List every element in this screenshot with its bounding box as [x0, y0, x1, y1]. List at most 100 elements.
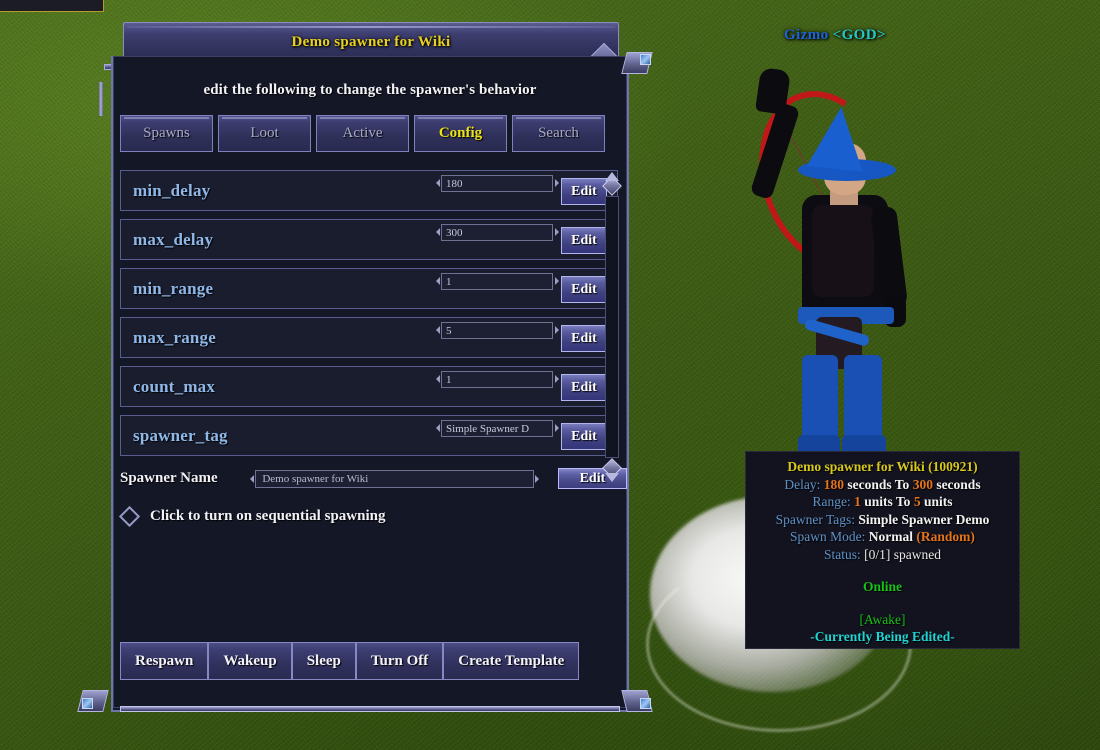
scroll-down-diamond-icon[interactable] — [602, 458, 622, 482]
property-value-field[interactable]: 1 — [441, 273, 553, 290]
tooltip-delay-unit1: seconds To — [847, 476, 910, 492]
character-right-leg — [844, 355, 882, 447]
tooltip-delay-unit2: seconds — [936, 476, 981, 492]
tooltip-range-label: Range: — [812, 494, 851, 509]
tooltip-status-line: Status: [0/1] spawned — [746, 546, 1019, 564]
tooltip-awake-status: [Awake] — [859, 611, 906, 627]
tab-spawns[interactable]: Spawns — [120, 115, 213, 152]
property-row-max-range: max_range 5 Edit — [120, 317, 618, 358]
field-arrow-right-icon — [555, 326, 559, 334]
property-value-field[interactable]: Simple Spawner D — [441, 420, 553, 437]
property-value-field[interactable]: 5 — [441, 322, 553, 339]
property-list: min_delay 180 Edit max_delay 300 Edit mi… — [120, 170, 618, 456]
tab-bar: Spawns Loot Active Config Search — [120, 115, 627, 152]
field-arrow-left-icon — [436, 179, 440, 187]
field-arrow-left-icon — [436, 424, 440, 432]
character-left-hand — [755, 67, 791, 115]
tooltip-tags-value: Simple Spawner Demo — [858, 511, 990, 527]
field-arrow-left-icon — [436, 326, 440, 334]
tab-config[interactable]: Config — [414, 115, 507, 152]
field-arrow-left-icon — [436, 375, 440, 383]
scroll-up-diamond-icon[interactable] — [602, 172, 622, 196]
tooltip-online-status: Online — [862, 579, 902, 594]
tooltip-mode-label: Spawn Mode: — [790, 529, 866, 544]
tooltip-mode-value: Normal — [868, 529, 914, 544]
sleep-button[interactable]: Sleep — [291, 642, 356, 680]
action-button-bar: Respawn Wakeup Sleep Turn Off Create Tem… — [120, 642, 580, 680]
tooltip-tags-label: Spawner Tags: — [775, 511, 856, 527]
tooltip-delay-min: 180 — [823, 476, 845, 492]
sequential-spawning-label: Click to turn on sequential spawning — [150, 508, 386, 524]
create-template-button[interactable]: Create Template — [443, 642, 580, 680]
field-arrow-right-icon — [555, 277, 559, 285]
tooltip-mode-extra: (Random) — [916, 529, 975, 544]
property-label: count_max — [133, 376, 216, 396]
player-name-text: Gizmo — [784, 27, 829, 43]
turn-off-button[interactable]: Turn Off — [355, 642, 444, 680]
tooltip-title-line: Demo spawner for Wiki (100921) — [746, 458, 1019, 476]
corner-square-top-right — [640, 54, 651, 65]
tooltip-range-unit2: units — [923, 494, 953, 509]
tooltip-range-max: 5 — [913, 494, 921, 509]
property-value-field[interactable]: 180 — [441, 175, 553, 192]
hud-status-bar — [0, 0, 104, 12]
sname-arrow-left-icon — [250, 474, 255, 483]
tooltip-delay-line: Delay: 180 seconds To 300 seconds — [746, 476, 1019, 494]
tooltip-title: Demo spawner for Wiki (100921) — [787, 459, 978, 474]
tooltip-delay-label: Delay: — [784, 476, 821, 492]
property-list-scrollbar[interactable] — [599, 172, 625, 482]
sequential-spawning-checkbox-row[interactable]: Click to turn on sequential spawning — [118, 505, 627, 528]
spawner-name-label: Spawner Name — [120, 470, 218, 486]
wakeup-button[interactable]: Wakeup — [208, 642, 292, 680]
field-arrow-right-icon — [555, 228, 559, 236]
scrollbar-track[interactable] — [605, 196, 619, 458]
property-label: spawner_tag — [133, 425, 228, 445]
character-vest — [812, 205, 874, 297]
tooltip-range-line: Range: 1 units To 5 units — [746, 493, 1019, 511]
player-rank-text: <GOD> — [832, 27, 886, 43]
property-label: min_range — [133, 278, 214, 298]
tooltip-delay-max: 300 — [912, 476, 933, 492]
tooltip-tags-line: Spawner Tags: Simple Spawner Demo — [746, 511, 1019, 529]
blue-wizard-hat-cone — [806, 104, 870, 172]
spawner-name-input[interactable]: Demo spawner for Wiki — [255, 469, 534, 488]
corner-square-bottom-right — [640, 698, 651, 709]
field-arrow-right-icon — [555, 424, 559, 432]
window-content: edit the following to change the spawner… — [113, 58, 627, 710]
property-label: max_delay — [133, 229, 214, 249]
field-arrow-left-icon — [436, 228, 440, 236]
field-arrow-right-icon — [555, 375, 559, 383]
window-subtitle: edit the following to change the spawner… — [203, 82, 537, 98]
property-row-count-max: count_max 1 Edit — [120, 366, 618, 407]
player-character-avatar — [737, 55, 990, 475]
property-row-min-range: min_range 1 Edit — [120, 268, 618, 309]
property-value-field[interactable]: 300 — [441, 224, 553, 241]
checkbox-diamond-icon[interactable] — [118, 505, 141, 528]
tooltip-status-label: Status: — [824, 546, 861, 562]
respawn-button[interactable]: Respawn — [120, 642, 209, 680]
property-label: max_range — [133, 327, 217, 347]
property-row-min-delay: min_delay 180 Edit — [120, 170, 618, 211]
spawner-config-window: Demo spawner for Wiki ✚ edit the followi… — [68, 22, 662, 722]
tab-active[interactable]: Active — [316, 115, 409, 152]
character-left-leg — [802, 355, 838, 447]
spawner-info-tooltip: Demo spawner for Wiki (100921) Delay: 18… — [745, 451, 1020, 649]
tooltip-status-value: [0/1] spawned — [864, 546, 941, 562]
tooltip-editing-status: -Currently Being Edited- — [810, 629, 955, 644]
gem-stem — [99, 82, 103, 116]
tooltip-range-min: 1 — [854, 494, 861, 509]
tooltip-mode-line: Spawn Mode: Normal (Random) — [746, 528, 1019, 546]
player-name-label: Gizmo <GOD> — [784, 27, 886, 44]
property-row-max-delay: max_delay 300 Edit — [120, 219, 618, 260]
tab-loot[interactable]: Loot — [218, 115, 311, 152]
tooltip-range-unit1: units To — [864, 494, 911, 509]
field-arrow-left-icon — [436, 277, 440, 285]
sname-arrow-right-icon — [534, 474, 539, 483]
corner-square-bottom-left — [82, 698, 93, 709]
property-row-spawner-tag: spawner_tag Simple Spawner D Edit — [120, 415, 618, 456]
property-value-field[interactable]: 1 — [441, 371, 553, 388]
property-label: min_delay — [133, 180, 211, 200]
field-arrow-right-icon — [555, 179, 559, 187]
tab-search[interactable]: Search — [512, 115, 605, 152]
spawner-name-row: Spawner Name Demo spawner for Wiki Edit — [120, 468, 627, 489]
